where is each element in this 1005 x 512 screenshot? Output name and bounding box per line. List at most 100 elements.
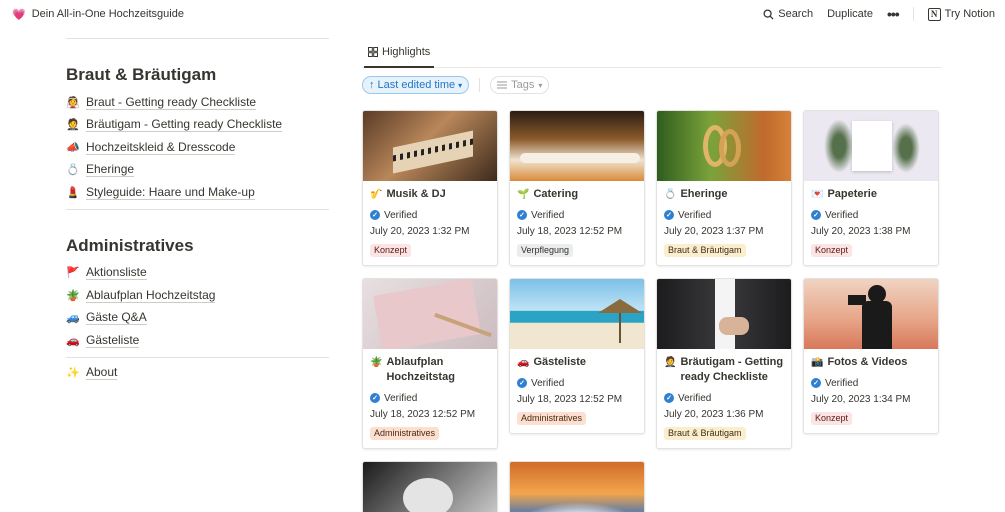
- gallery-view: Highlights ↑ Last edited time ▾ Tags ▾ 🎷…: [362, 34, 942, 512]
- card-emoji-icon: 🤵: [664, 357, 677, 368]
- gallery-card[interactable]: 🌱 Catering ✓ Verified July 18, 2023 12:52 PM…: [509, 110, 645, 266]
- top-bar: 💗 Dein All-in-One Hochzeitsguide Search …: [0, 0, 1005, 28]
- page-link[interactable]: 🪴 Ablaufplan Hochzeitstag: [66, 284, 329, 307]
- card-title-text: Fotos & Videos: [827, 356, 908, 368]
- arrow-up-icon: ↑: [369, 79, 375, 91]
- page-link[interactable]: 💄 Styleguide: Haare und Make-up: [66, 181, 329, 204]
- verified-status: ✓ Verified: [664, 391, 784, 405]
- card-title: 💌 Papeterie: [811, 187, 931, 202]
- card-date: July 20, 2023 1:36 PM: [664, 409, 764, 420]
- card-tag: Administratives: [517, 412, 587, 425]
- page-link[interactable]: 💍 Eheringe: [66, 159, 329, 182]
- about-label: About: [86, 365, 118, 381]
- verified-check-icon: ✓: [517, 210, 527, 220]
- card-title-text: Catering: [533, 188, 579, 200]
- notion-logo-icon: N: [927, 7, 941, 21]
- section-heading-braut: Braut & Bräutigam: [66, 65, 217, 84]
- tags-filter-chip[interactable]: Tags ▾: [490, 76, 550, 94]
- page-link-label: Gäste Q&A: [86, 310, 147, 326]
- card-tag: Verpflegung: [517, 244, 574, 257]
- gallery-card[interactable]: 🪴 Ablaufplan Hochzeitstag ✓ Verified July 18…: [362, 278, 498, 449]
- gallery-grid-icon: [368, 46, 378, 57]
- verified-label: Verified: [384, 209, 418, 221]
- page-link-label: Braut - Getting ready Checkliste: [86, 94, 257, 110]
- page-link[interactable]: 🤵 Bräutigam - Getting ready Checkliste: [66, 114, 329, 137]
- card-date: July 20, 2023 1:38 PM: [811, 226, 911, 237]
- card-cover-image: [657, 279, 791, 349]
- page-breadcrumb[interactable]: 💗 Dein All-in-One Hochzeitsguide: [12, 8, 184, 21]
- page-link[interactable]: 🚗 Gästeliste: [66, 329, 329, 352]
- card-cover-image: [804, 111, 938, 181]
- card-emoji-icon: 💌: [811, 189, 824, 200]
- verified-status: ✓ Verified: [517, 376, 637, 390]
- verified-label: Verified: [531, 377, 565, 389]
- page-link[interactable]: 📣 Hochzeitskleid & Dresscode: [66, 136, 329, 159]
- link-list-braut: 👰 Braut - Getting ready Checkliste 🤵 Bräuti…: [66, 91, 329, 204]
- more-options-icon[interactable]: •••: [887, 6, 900, 22]
- card-body: 🪴 Ablaufplan Hochzeitstag ✓ Verified July 18…: [363, 349, 497, 448]
- sparkles-icon: ✨: [66, 367, 80, 380]
- duplicate-button[interactable]: Duplicate: [827, 8, 873, 20]
- gallery-card[interactable]: 💌 Papeterie ✓ Verified July 20, 2023 1:38 PM…: [803, 110, 939, 266]
- verified-status: ✓ Verified: [664, 208, 784, 222]
- card-cover-image: [510, 111, 644, 181]
- page-link-label: Eheringe: [86, 162, 135, 178]
- link-list-administratives: 🚩 Aktionsliste 🪴 Ablaufplan Hochzeitstag 🚙 Gä…: [66, 262, 329, 352]
- page-emoji-icon: 👰: [66, 96, 80, 109]
- filter-bar: ↑ Last edited time ▾ Tags ▾: [362, 68, 942, 102]
- page-link[interactable]: 🚩 Aktionsliste: [66, 262, 329, 285]
- page-link[interactable]: 👰 Braut - Getting ready Checkliste: [66, 91, 329, 114]
- list-icon: [497, 81, 508, 89]
- verified-check-icon: ✓: [517, 378, 527, 388]
- divider: [66, 208, 329, 210]
- try-notion-button[interactable]: N Try Notion: [927, 7, 995, 21]
- card-emoji-icon: 🎷: [370, 189, 383, 200]
- gallery-card[interactable]: [509, 461, 645, 512]
- verified-label: Verified: [384, 392, 418, 404]
- divider: [912, 7, 914, 21]
- page-emoji-icon: 📣: [66, 141, 80, 154]
- tab-highlights[interactable]: Highlights: [364, 43, 435, 68]
- duplicate-label: Duplicate: [827, 8, 873, 20]
- card-emoji-icon: 🚗: [517, 357, 530, 368]
- card-emoji-icon: 💍: [664, 189, 677, 200]
- sort-chip[interactable]: ↑ Last edited time ▾: [362, 76, 470, 94]
- gallery-card[interactable]: 🤵 Bräutigam - Getting ready Checkliste ✓ Ve…: [656, 278, 792, 449]
- page-emoji-icon: 🤵: [66, 119, 80, 132]
- gallery-card[interactable]: 📸 Fotos & Videos ✓ Verified July 20, 2023 1:…: [803, 278, 939, 434]
- page-link-label: Styleguide: Haare und Make-up: [86, 184, 255, 200]
- verified-check-icon: ✓: [664, 210, 674, 220]
- left-column: Braut & Bräutigam 👰 Braut - Getting ready…: [66, 38, 329, 384]
- gallery-card[interactable]: 🎷 Musik & DJ ✓ Verified July 20, 2023 1:32 P…: [362, 110, 498, 266]
- divider: [66, 38, 329, 39]
- card-tag: Braut & Bräutigam: [664, 427, 746, 440]
- card-cover-image: [363, 279, 497, 349]
- page-link-label: Gästeliste: [86, 332, 140, 348]
- card-cover-image: [804, 279, 938, 349]
- card-date: July 20, 2023 1:34 PM: [811, 394, 911, 405]
- page-link[interactable]: 🚙 Gäste Q&A: [66, 307, 329, 330]
- gallery-card[interactable]: [362, 461, 498, 512]
- card-emoji-icon: 📸: [811, 357, 824, 368]
- page-emoji-icon: 🚗: [66, 334, 80, 347]
- card-date: July 20, 2023 1:32 PM: [370, 226, 470, 237]
- card-cover-image: [363, 462, 497, 512]
- tab-highlights-label: Highlights: [382, 45, 431, 58]
- verified-status: ✓ Verified: [811, 208, 931, 222]
- gallery-card[interactable]: 💍 Eheringe ✓ Verified July 20, 2023 1:37 PM B…: [656, 110, 792, 266]
- card-title: 📸 Fotos & Videos: [811, 355, 931, 370]
- page-emoji-icon: 💄: [66, 186, 80, 199]
- verified-check-icon: ✓: [370, 210, 380, 220]
- card-body: 💌 Papeterie ✓ Verified July 20, 2023 1:38 PM…: [804, 181, 938, 265]
- card-emoji-icon: 🪴: [370, 357, 383, 368]
- card-date: July 18, 2023 12:52 PM: [517, 394, 623, 405]
- card-title: 🎷 Musik & DJ: [370, 187, 490, 202]
- verified-check-icon: ✓: [664, 393, 674, 403]
- verified-check-icon: ✓: [811, 210, 821, 220]
- verified-check-icon: ✓: [811, 378, 821, 388]
- search-button[interactable]: Search: [763, 8, 813, 20]
- card-cover-image: [657, 111, 791, 181]
- about-link[interactable]: ✨ About: [66, 362, 329, 385]
- gallery-card[interactable]: 🚗 Gästeliste ✓ Verified July 18, 2023 12:52 …: [509, 278, 645, 434]
- sort-label: Last edited time: [377, 79, 456, 91]
